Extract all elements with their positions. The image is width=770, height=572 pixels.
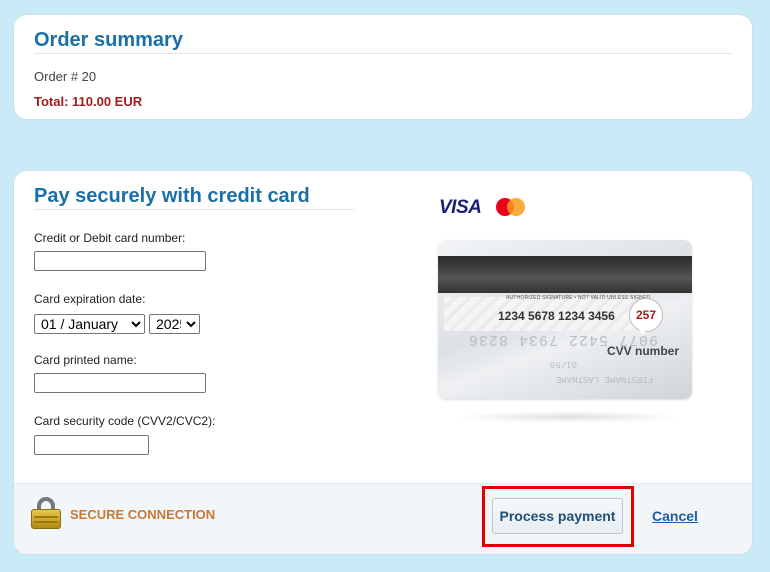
padlock-icon: [31, 497, 61, 529]
payment-footer: SECURE CONNECTION Process payment Cancel: [14, 483, 752, 554]
magnetic-stripe: [438, 256, 692, 293]
card-number-example: 1234 5678 1234 3456: [498, 309, 615, 323]
order-summary-panel: Order summary Order # 20 Total: 110.00 E…: [13, 14, 753, 120]
mastercard-logo: [496, 198, 526, 216]
signature-note: AUTHORIZED SIGNATURE • NOT VALID UNLESS …: [506, 295, 651, 301]
expiration-year-select[interactable]: 2025: [149, 314, 200, 334]
card-number-label: Credit or Debit card number:: [34, 231, 186, 245]
expiration-month-select[interactable]: 01 / January: [34, 314, 145, 334]
divider: [34, 209, 355, 210]
secure-connection-label: SECURE CONNECTION: [70, 507, 216, 522]
cancel-link[interactable]: Cancel: [652, 508, 698, 524]
visa-logo: VISA: [439, 197, 482, 218]
printed-name-input[interactable]: [34, 373, 206, 393]
embossed-number: 9077 5422 7934 8236: [468, 331, 659, 348]
security-code-label: Card security code (CVV2/CVC2):: [34, 414, 216, 428]
printed-name-label: Card printed name:: [34, 353, 137, 367]
order-number: Order # 20: [34, 69, 97, 84]
security-code-input[interactable]: [34, 435, 149, 455]
credit-card-back-illustration: AUTHORIZED SIGNATURE • NOT VALID UNLESS …: [438, 240, 692, 399]
order-total: Total: 110.00 EUR: [34, 94, 143, 109]
cvv-example: 257: [629, 298, 663, 332]
payment-panel: Pay securely with credit card Credit or …: [13, 170, 753, 555]
card-number-input[interactable]: [34, 251, 206, 271]
expiration-label: Card expiration date:: [34, 292, 146, 306]
process-payment-button[interactable]: Process payment: [492, 498, 623, 534]
payment-title: Pay securely with credit card: [34, 185, 310, 207]
divider: [34, 53, 732, 54]
embossed-name: FIRSTNAME LASTNAME: [556, 374, 654, 384]
order-summary-title: Order summary: [34, 29, 183, 51]
embossed-date: 01/50: [550, 359, 578, 369]
